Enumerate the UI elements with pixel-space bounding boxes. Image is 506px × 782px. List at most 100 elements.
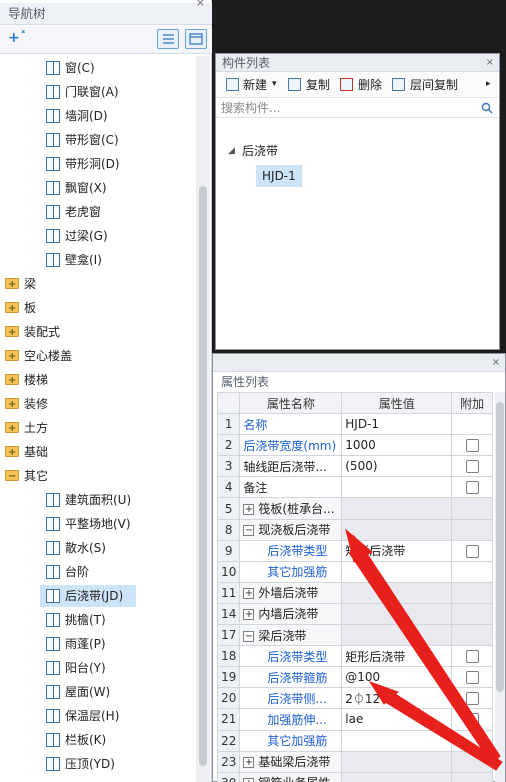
property-name: − 梁后浇带 <box>239 624 343 647</box>
folder-icon[interactable] <box>5 466 19 488</box>
balcony-icon <box>46 661 60 675</box>
expand-icon[interactable]: + <box>243 609 255 621</box>
component-list-header: 构件列表 × <box>216 54 499 72</box>
property-value[interactable]: lae <box>341 708 453 731</box>
panel-view-button[interactable] <box>185 29 207 49</box>
property-row[interactable]: 5 + 筏板(桩承台... <box>216 497 493 520</box>
nav-scrollbar[interactable] <box>196 56 210 782</box>
extra-cell <box>451 497 493 520</box>
property-value[interactable] <box>341 750 453 773</box>
property-value[interactable] <box>341 729 453 752</box>
add-icon[interactable]: +˟ <box>8 30 27 46</box>
close-icon[interactable]: × <box>486 54 494 72</box>
close-icon[interactable]: × <box>196 0 205 9</box>
property-row[interactable]: 23 + 基础梁后浇带 <box>216 750 493 773</box>
tree-root-label[interactable]: 后浇带 <box>242 142 278 159</box>
folder-icon[interactable] <box>5 322 19 344</box>
property-value[interactable] <box>341 581 453 604</box>
delete-icon <box>340 78 353 91</box>
folder-icon[interactable] <box>5 418 19 440</box>
property-row[interactable]: 8− 现浇板后浇带 <box>216 518 493 541</box>
property-scrollbar-thumb[interactable] <box>496 402 504 692</box>
property-row[interactable]: 18 后浇带类型 矩形后浇带 <box>216 645 493 668</box>
folder-icon[interactable] <box>5 370 19 392</box>
property-name: + 内墙后浇带 <box>239 602 343 626</box>
folder-icon[interactable] <box>5 442 19 464</box>
property-row[interactable]: 4 备注 <box>216 476 493 499</box>
property-table: 属性名称 属性值 附加 1 名称 HJD-1 2 后浇带宽度(mm) 1000 3 轴线距后浇… <box>216 391 493 782</box>
property-value[interactable]: 2⏀12 <box>341 687 453 710</box>
post-cast-strip-icon <box>46 589 60 603</box>
property-value[interactable] <box>341 602 453 626</box>
nav-scrollbar-thumb[interactable] <box>199 186 207 766</box>
nav-panel-title: 导航树 <box>0 3 212 25</box>
property-row[interactable]: 21 加强筋伸... lae <box>216 708 493 731</box>
floor-copy-button[interactable]: 层间复制 <box>410 76 458 93</box>
row-number: 10 <box>216 560 241 583</box>
property-value[interactable]: (500) <box>341 455 453 478</box>
property-row[interactable]: 20 后浇带侧... 2⏀12 <box>216 687 493 710</box>
tree-item-label: 梁 <box>24 277 37 291</box>
extra-checkbox[interactable] <box>465 692 479 706</box>
folder-icon[interactable] <box>5 346 19 368</box>
collapse-icon[interactable]: − <box>243 630 255 642</box>
property-row[interactable]: 1 名称 HJD-1 <box>216 413 493 436</box>
property-row[interactable]: 11 + 外墙后浇带 <box>216 581 493 604</box>
collapse-icon[interactable]: − <box>243 525 255 537</box>
folder-icon[interactable] <box>5 274 19 296</box>
component-item-hjd1[interactable]: HJD-1 <box>256 165 302 187</box>
extra-checkbox[interactable] <box>465 713 479 727</box>
property-value[interactable] <box>341 771 453 782</box>
property-value[interactable] <box>341 518 453 541</box>
extra-checkbox[interactable] <box>465 650 479 664</box>
property-row[interactable]: 14 + 内墙后浇带 <box>216 602 493 626</box>
property-row[interactable]: 30+钢筋业务属性 <box>216 771 493 782</box>
expand-icon[interactable]: + <box>243 588 255 600</box>
collapse-triangle-icon[interactable]: ◢ <box>228 146 235 156</box>
list-view-button[interactable] <box>157 29 179 49</box>
close-icon[interactable]: × <box>492 354 500 372</box>
extra-checkbox[interactable] <box>465 439 479 453</box>
property-scrollbar[interactable] <box>495 392 505 782</box>
folder-icon[interactable] <box>5 394 19 416</box>
property-row[interactable]: 17− 梁后浇带 <box>216 624 493 647</box>
property-value[interactable]: 矩形后浇带 <box>341 539 453 562</box>
property-name-text: 后浇带侧... <box>267 691 327 706</box>
property-value[interactable]: 1000 <box>341 434 453 457</box>
property-value[interactable]: 矩形后浇带 <box>341 645 453 668</box>
extra-checkbox[interactable] <box>465 481 479 495</box>
extra-checkbox[interactable] <box>465 671 479 685</box>
copy-button[interactable]: 复制 <box>306 76 330 93</box>
property-value[interactable] <box>341 476 453 499</box>
property-value[interactable] <box>341 560 453 583</box>
property-row[interactable]: 9 后浇带类型 矩形后浇带 <box>216 539 493 562</box>
property-row[interactable]: 22 其它加强筋 <box>216 729 493 752</box>
property-value[interactable]: @100 <box>341 666 453 689</box>
folder-icon[interactable] <box>5 298 19 320</box>
property-value[interactable]: HJD-1 <box>341 413 453 436</box>
property-name-text: 名称 <box>243 417 268 432</box>
new-button[interactable]: 新建 <box>243 76 267 93</box>
component-search-input[interactable]: 搜索构件... <box>216 98 499 118</box>
tree-item-label: 老虎窗 <box>65 205 102 219</box>
delete-button[interactable]: 删除 <box>358 76 382 93</box>
extra-cell <box>451 708 493 731</box>
overflow-icon[interactable]: ▸ <box>486 79 491 89</box>
property-name: − 现浇板后浇带 <box>239 518 343 541</box>
property-row[interactable]: 3 轴线距后浇带... (500) <box>216 455 493 478</box>
extra-checkbox[interactable] <box>465 544 479 558</box>
property-row[interactable]: 10 其它加强筋 <box>216 560 493 583</box>
expand-icon[interactable]: + <box>243 504 255 516</box>
expand-icon[interactable]: + <box>243 757 255 769</box>
tree-item[interactable]: 后浇带(JD) <box>40 585 136 607</box>
copy-icon <box>288 78 301 91</box>
expand-icon[interactable]: + <box>243 778 255 782</box>
property-value[interactable] <box>341 497 453 520</box>
property-value[interactable] <box>341 624 453 647</box>
wall-opening-icon <box>46 109 60 123</box>
chevron-down-icon[interactable]: ▾ <box>272 79 277 89</box>
property-row[interactable]: 19 后浇带箍筋 @100 <box>216 666 493 689</box>
tree-item-label: 平整场地(V) <box>65 517 131 531</box>
extra-checkbox[interactable] <box>465 460 479 474</box>
property-row[interactable]: 2 后浇带宽度(mm) 1000 <box>216 434 493 457</box>
